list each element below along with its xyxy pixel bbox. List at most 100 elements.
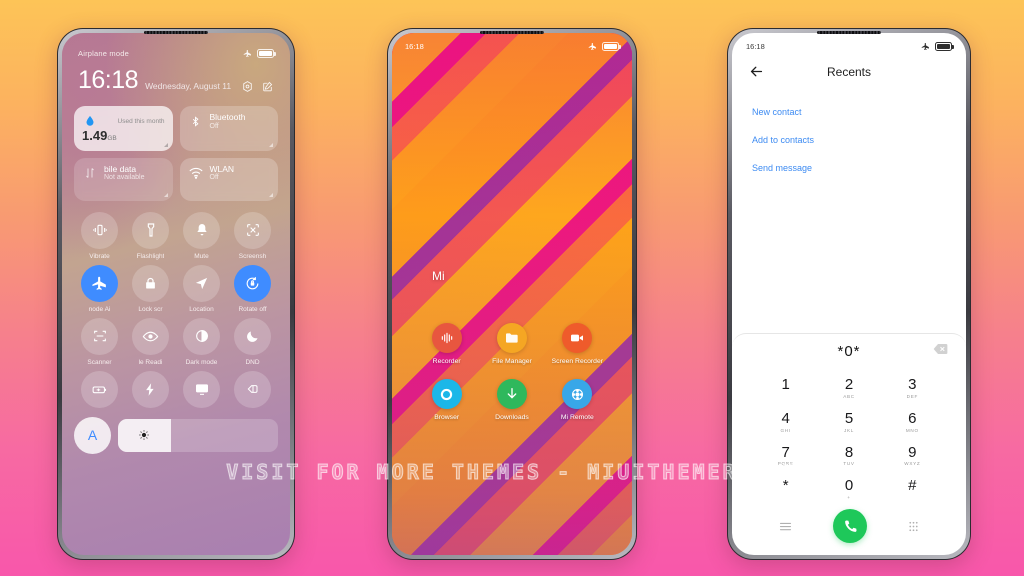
- dialed-number[interactable]: *0*: [837, 343, 860, 360]
- tile-scanner[interactable]: Scanner: [74, 317, 125, 366]
- status-bar: 16:18: [732, 33, 966, 51]
- key-digit: 8: [844, 443, 854, 461]
- tile-battery-saver[interactable]: [74, 370, 125, 412]
- tile-lock-screen[interactable]: Lock scr: [125, 264, 176, 313]
- dialer-dock: [732, 506, 966, 555]
- app-browser[interactable]: Browser: [414, 379, 479, 422]
- tile-cast-screen[interactable]: [176, 370, 227, 412]
- brightness-slider[interactable]: [118, 418, 278, 452]
- edit-icon[interactable]: [261, 80, 274, 93]
- action-new-contact[interactable]: New contact: [752, 98, 946, 126]
- key-letters: WXYZ: [904, 461, 921, 467]
- app-screen-recorder[interactable]: Screen Recorder: [545, 323, 610, 366]
- tile-reading-mode[interactable]: le Readi: [125, 317, 176, 366]
- dialpad-key-1[interactable]: 1: [754, 371, 817, 405]
- clock-row: 16:18 Wednesday, August 11: [74, 58, 278, 93]
- auto-brightness-button[interactable]: A: [74, 416, 111, 454]
- dialpad-key-9[interactable]: 9 WXYZ: [881, 439, 944, 473]
- app-mi-remote[interactable]: Mi Remote: [545, 379, 610, 422]
- tile-mute[interactable]: Mute: [176, 211, 227, 260]
- key-letters: PQRS: [777, 461, 794, 467]
- tile-flashlight[interactable]: Flashlight: [125, 211, 176, 260]
- key-digit: 5: [844, 409, 854, 427]
- back-arrow-icon[interactable]: [748, 63, 765, 80]
- phone3-screen: 16:18 Recents New contact Add to contact…: [732, 33, 966, 555]
- tile-dnd[interactable]: DND: [227, 317, 278, 366]
- dialpad-key-2[interactable]: 2 ABC: [817, 371, 880, 405]
- key-digit: 6: [908, 409, 917, 427]
- app-grid: Recorder File Manager Screen Recorder Br…: [392, 323, 632, 436]
- tile-vibrate[interactable]: Vibrate: [74, 211, 125, 260]
- brightness-row: A: [74, 416, 278, 454]
- card-mobile-data[interactable]: bile data Not available: [74, 157, 173, 201]
- tile-dark-mode[interactable]: Dark mode: [176, 317, 227, 366]
- bell-icon: [183, 211, 220, 249]
- phone1-screen: Airplane mode 16:18 Wednesday, August 11: [62, 33, 290, 555]
- key-digit: 7: [781, 443, 790, 461]
- card-data-usage[interactable]: Used this month 1.49GB: [74, 106, 173, 151]
- key-digit: 3: [908, 376, 917, 393]
- card-wlan[interactable]: WLAN Off: [179, 157, 278, 201]
- clock-date: Wednesday, August 11: [145, 81, 232, 91]
- app-recorder[interactable]: Recorder: [414, 323, 479, 366]
- wifi-icon: [188, 165, 204, 181]
- battery-icon: [257, 49, 276, 58]
- dialpad-key-3[interactable]: 3 DEF: [881, 371, 944, 405]
- airplane-icon: [921, 42, 929, 50]
- airplane-icon: [243, 49, 251, 57]
- dialpad-key-hash[interactable]: #: [881, 472, 944, 506]
- contrast-icon: [183, 317, 220, 355]
- recorder-waveform-icon: [431, 323, 462, 353]
- tile-airplane-mode[interactable]: node Ai: [74, 264, 125, 313]
- app-row: Recorder File Manager Screen Recorder: [414, 323, 610, 366]
- water-drop-icon: [82, 113, 98, 129]
- tile-label: Vibrate: [89, 252, 110, 260]
- dialpad-key-5[interactable]: 5 JKL: [817, 405, 880, 439]
- tile-location[interactable]: Location: [176, 264, 227, 313]
- call-button[interactable]: [833, 509, 867, 543]
- tile-label: le Readi: [138, 358, 163, 366]
- dialpad-key-6[interactable]: 6 MNO: [881, 405, 944, 439]
- dialpad-key-4[interactable]: 4 GHI: [754, 405, 817, 439]
- card-corner-marker: [163, 142, 168, 147]
- tile-label: Lock scr: [138, 305, 163, 313]
- dialpad-key-0[interactable]: 0 +: [817, 472, 880, 506]
- brightness-sun-icon: [139, 430, 150, 440]
- tile-row: Vibrate Flashlight Mute Screensh: [74, 211, 278, 260]
- status-time: 16:18: [746, 42, 765, 51]
- dialpad-key-8[interactable]: 8 TUV: [817, 439, 880, 473]
- backspace-icon[interactable]: [933, 342, 948, 360]
- dialpad-key-7[interactable]: 7 PQRS: [754, 439, 817, 473]
- tile-screenshot[interactable]: Screensh: [227, 211, 278, 260]
- app-file-manager[interactable]: File Manager: [479, 323, 544, 366]
- phone-device-control-center: Airplane mode 16:18 Wednesday, August 11: [57, 28, 295, 560]
- tile-label: Scanner: [87, 358, 112, 366]
- toggle-tiles: Vibrate Flashlight Mute Screensh node Ai…: [74, 211, 278, 412]
- menu-lines-icon[interactable]: [778, 520, 793, 533]
- phone2-screen: 16:18 Mi Recorder File Manager Screen Re…: [392, 33, 632, 555]
- scanner-icon: [81, 317, 118, 355]
- tile-lightning[interactable]: [125, 370, 176, 412]
- status-time: 16:18: [405, 42, 424, 51]
- card-bluetooth[interactable]: Bluetooth Off: [179, 106, 278, 151]
- app-label: File Manager: [492, 358, 532, 365]
- brightness-slider-fill: [118, 418, 171, 452]
- key-digit: 0: [844, 477, 854, 495]
- tile-reading-theme[interactable]: [227, 370, 278, 412]
- browser-globe-icon: [431, 379, 462, 410]
- folder-label-mi[interactable]: Mi: [432, 269, 445, 283]
- wlan-status: Off: [209, 174, 219, 182]
- airplane-icon: [588, 42, 596, 50]
- video-camera-icon: [562, 323, 593, 353]
- settings-gear-icon[interactable]: [241, 80, 254, 93]
- action-add-to-contacts[interactable]: Add to contacts: [752, 126, 946, 154]
- bluetooth-title: Bluetooth: [209, 112, 246, 122]
- dialpad-key-star[interactable]: *: [754, 472, 817, 506]
- clock-time: 16:18: [78, 66, 139, 94]
- keypad-grid-icon[interactable]: [907, 520, 920, 533]
- app-downloads[interactable]: Downloads: [479, 379, 544, 422]
- tile-rotate-off[interactable]: Rotate off: [227, 264, 278, 313]
- dialed-number-row: *0*: [732, 333, 966, 367]
- action-send-message[interactable]: Send message: [752, 154, 946, 182]
